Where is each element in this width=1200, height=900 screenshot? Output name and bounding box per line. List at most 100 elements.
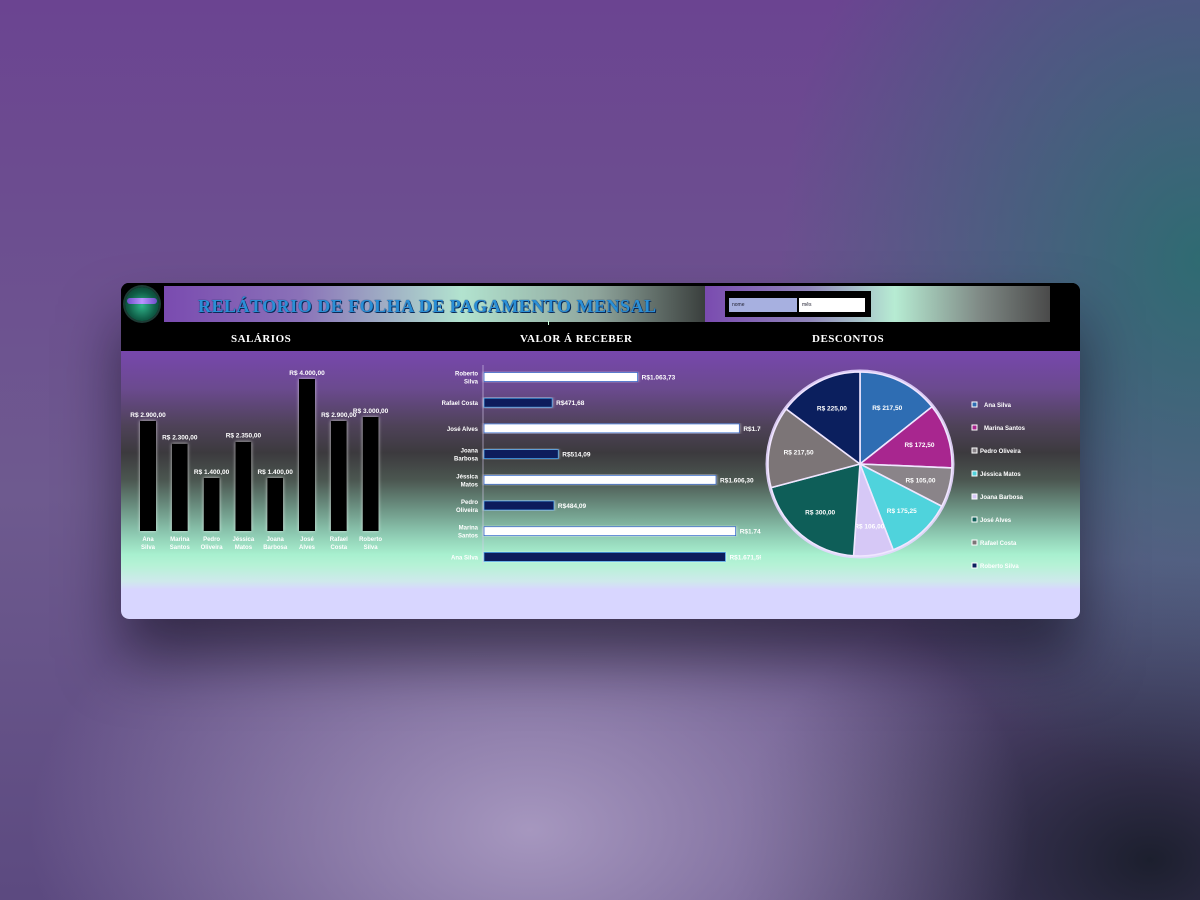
legend-swatch: [971, 562, 978, 569]
receive-bar: [483, 423, 740, 434]
legend-swatch: [971, 493, 978, 500]
legend-swatch: [971, 516, 978, 523]
top-bar: RELÁTORIO DE FOLHA DE PAGAMENTO MENSAL n…: [121, 283, 1080, 327]
receive-bar: [483, 526, 737, 537]
receive-value-label: R$1.671,59: [729, 554, 761, 561]
receive-category-label: Pedro: [461, 500, 478, 506]
globe-logo-icon: [125, 287, 159, 321]
pie-value-label: R$ 225,00: [817, 406, 847, 413]
salary-category-label: Silva: [141, 545, 156, 551]
receive-category-label: Roberto: [455, 372, 478, 378]
legend-swatch: [971, 470, 978, 477]
salary-bar-chart: R$ 2.900,00 Ana Silva R$ 2.300,00 Marina Sant…: [130, 370, 389, 551]
legend-label: Pedro Oliveira: [980, 449, 1021, 455]
salary-value-label: R$ 2.350,00: [226, 433, 262, 440]
receive-category-label: Barbosa: [454, 457, 479, 463]
discount-pie-chart: R$ 217,50 R$ 172,50 R$ 105,00 R$ 175,25 R$ 1…: [765, 369, 1026, 570]
legend-swatch: [971, 401, 978, 408]
pie-value-label: R$ 106,00: [854, 523, 884, 530]
salary-category-label: Oliveira: [201, 545, 224, 551]
salary-bar: [267, 477, 284, 531]
salary-value-label: R$ 3.000,00: [353, 408, 389, 415]
salary-bar: [171, 443, 188, 531]
salary-value-label: R$ 1.400,00: [194, 469, 230, 476]
salary-value-label: R$ 4.000,00: [289, 370, 325, 377]
salary-category-label: Jéssica: [233, 537, 255, 543]
salary-category-label: Ana: [142, 537, 154, 543]
legend-label: Ana Silva: [984, 403, 1012, 409]
salary-category-label: Silva: [364, 545, 379, 551]
receive-bar: [483, 500, 555, 511]
receive-category-label: Matos: [461, 482, 479, 488]
receive-value-label: R$1.606,30: [720, 477, 754, 484]
receive-value-label: R$484,09: [558, 503, 587, 510]
salary-value-label: R$ 2.900,00: [130, 412, 166, 419]
receive-category-label: Marina: [459, 526, 479, 532]
legend-label: Jéssica Matos: [980, 472, 1021, 478]
salarios-heading: SALÁRIOS: [231, 333, 292, 345]
salary-category-label: Pedro: [203, 537, 220, 543]
salary-category-label: Joana: [267, 537, 285, 543]
salary-value-label: R$ 1.400,00: [257, 469, 293, 476]
receive-value-label: R$1.767,69: [743, 426, 761, 433]
receive-category-label: Ana Silva: [451, 555, 479, 561]
receive-category-label: José Alves: [447, 427, 479, 433]
page-title: RELÁTORIO DE FOLHA DE PAGAMENTO MENSAL: [198, 296, 657, 316]
legend-label: José Alves: [980, 518, 1012, 524]
salary-category-label: Costa: [330, 545, 347, 551]
pie-value-label: R$ 105,00: [905, 478, 935, 485]
receive-category-label: Santos: [458, 534, 479, 540]
salary-bar: [330, 420, 347, 531]
legend-label: Joana Barbosa: [980, 495, 1024, 501]
salary-bar: [299, 379, 315, 531]
charts-panel: R$ 2.900,00 Ana Silva R$ 2.300,00 Marina Sant…: [121, 351, 1080, 619]
pie-value-label: R$ 172,50: [904, 442, 934, 449]
salary-category-label: Barbosa: [263, 545, 288, 551]
title-banner: RELÁTORIO DE FOLHA DE PAGAMENTO MENSAL: [164, 286, 705, 322]
salary-bar: [203, 477, 220, 531]
valor-heading: VALOR Á RECEBER: [520, 333, 633, 345]
salary-category-label: Roberto: [359, 537, 382, 543]
receive-bar: [483, 449, 559, 459]
legend-label: Roberto Silva: [980, 564, 1019, 570]
receive-hbar-chart: R$1.063,73 Roberto Silva R$471,68 Rafael Cos…: [442, 365, 761, 565]
pie-value-label: R$ 217,50: [784, 450, 814, 457]
salary-category-label: Rafael: [330, 537, 348, 543]
dashboard-card: RELÁTORIO DE FOLHA DE PAGAMENTO MENSAL n…: [121, 283, 1080, 619]
legend-swatch: [971, 424, 978, 431]
receive-value-label: R$1.063,73: [642, 375, 676, 382]
salary-bar: [235, 441, 252, 531]
pie-value-label: R$ 217,50: [872, 405, 902, 412]
salary-category-label: Santos: [170, 545, 191, 551]
receive-category-label: Oliveira: [456, 508, 479, 514]
descontos-heading: DESCONTOS: [812, 333, 885, 345]
filter-segment-name[interactable]: nome: [729, 298, 797, 312]
filter-banner: nome mês: [705, 286, 1050, 322]
filter-segment-month[interactable]: mês: [799, 298, 865, 312]
salary-category-label: Alves: [299, 545, 316, 551]
receive-bar: [483, 372, 639, 382]
salary-value-label: R$ 2.900,00: [321, 412, 357, 419]
receive-value-label: R$514,09: [562, 452, 591, 459]
filter-box: nome mês: [725, 291, 871, 317]
legend-label: Marina Santos: [984, 426, 1026, 432]
pie-value-label: R$ 300,00: [805, 510, 835, 517]
receive-category-label: Rafael Costa: [442, 401, 479, 407]
pie-value-label: R$ 175,25: [887, 508, 917, 515]
salary-bar: [140, 420, 156, 531]
salary-category-label: Marina: [170, 537, 190, 543]
receive-value-label: R$471,68: [556, 400, 585, 407]
legend-swatch: [971, 447, 978, 454]
legend-label: Rafael Costa: [980, 541, 1017, 547]
salary-value-label: R$ 2.300,00: [162, 435, 198, 442]
receive-category-label: Silva: [464, 380, 479, 386]
salary-category-label: José: [300, 537, 314, 543]
salary-category-label: Matos: [235, 545, 253, 551]
receive-bar: [483, 551, 726, 562]
receive-bar: [483, 397, 553, 408]
receive-value-label: R$1.742,50: [740, 529, 761, 536]
receive-bar: [483, 474, 717, 485]
receive-category-label: Jéssica: [456, 474, 478, 480]
receive-category-label: Joana: [461, 449, 479, 455]
legend-swatch: [971, 539, 978, 546]
